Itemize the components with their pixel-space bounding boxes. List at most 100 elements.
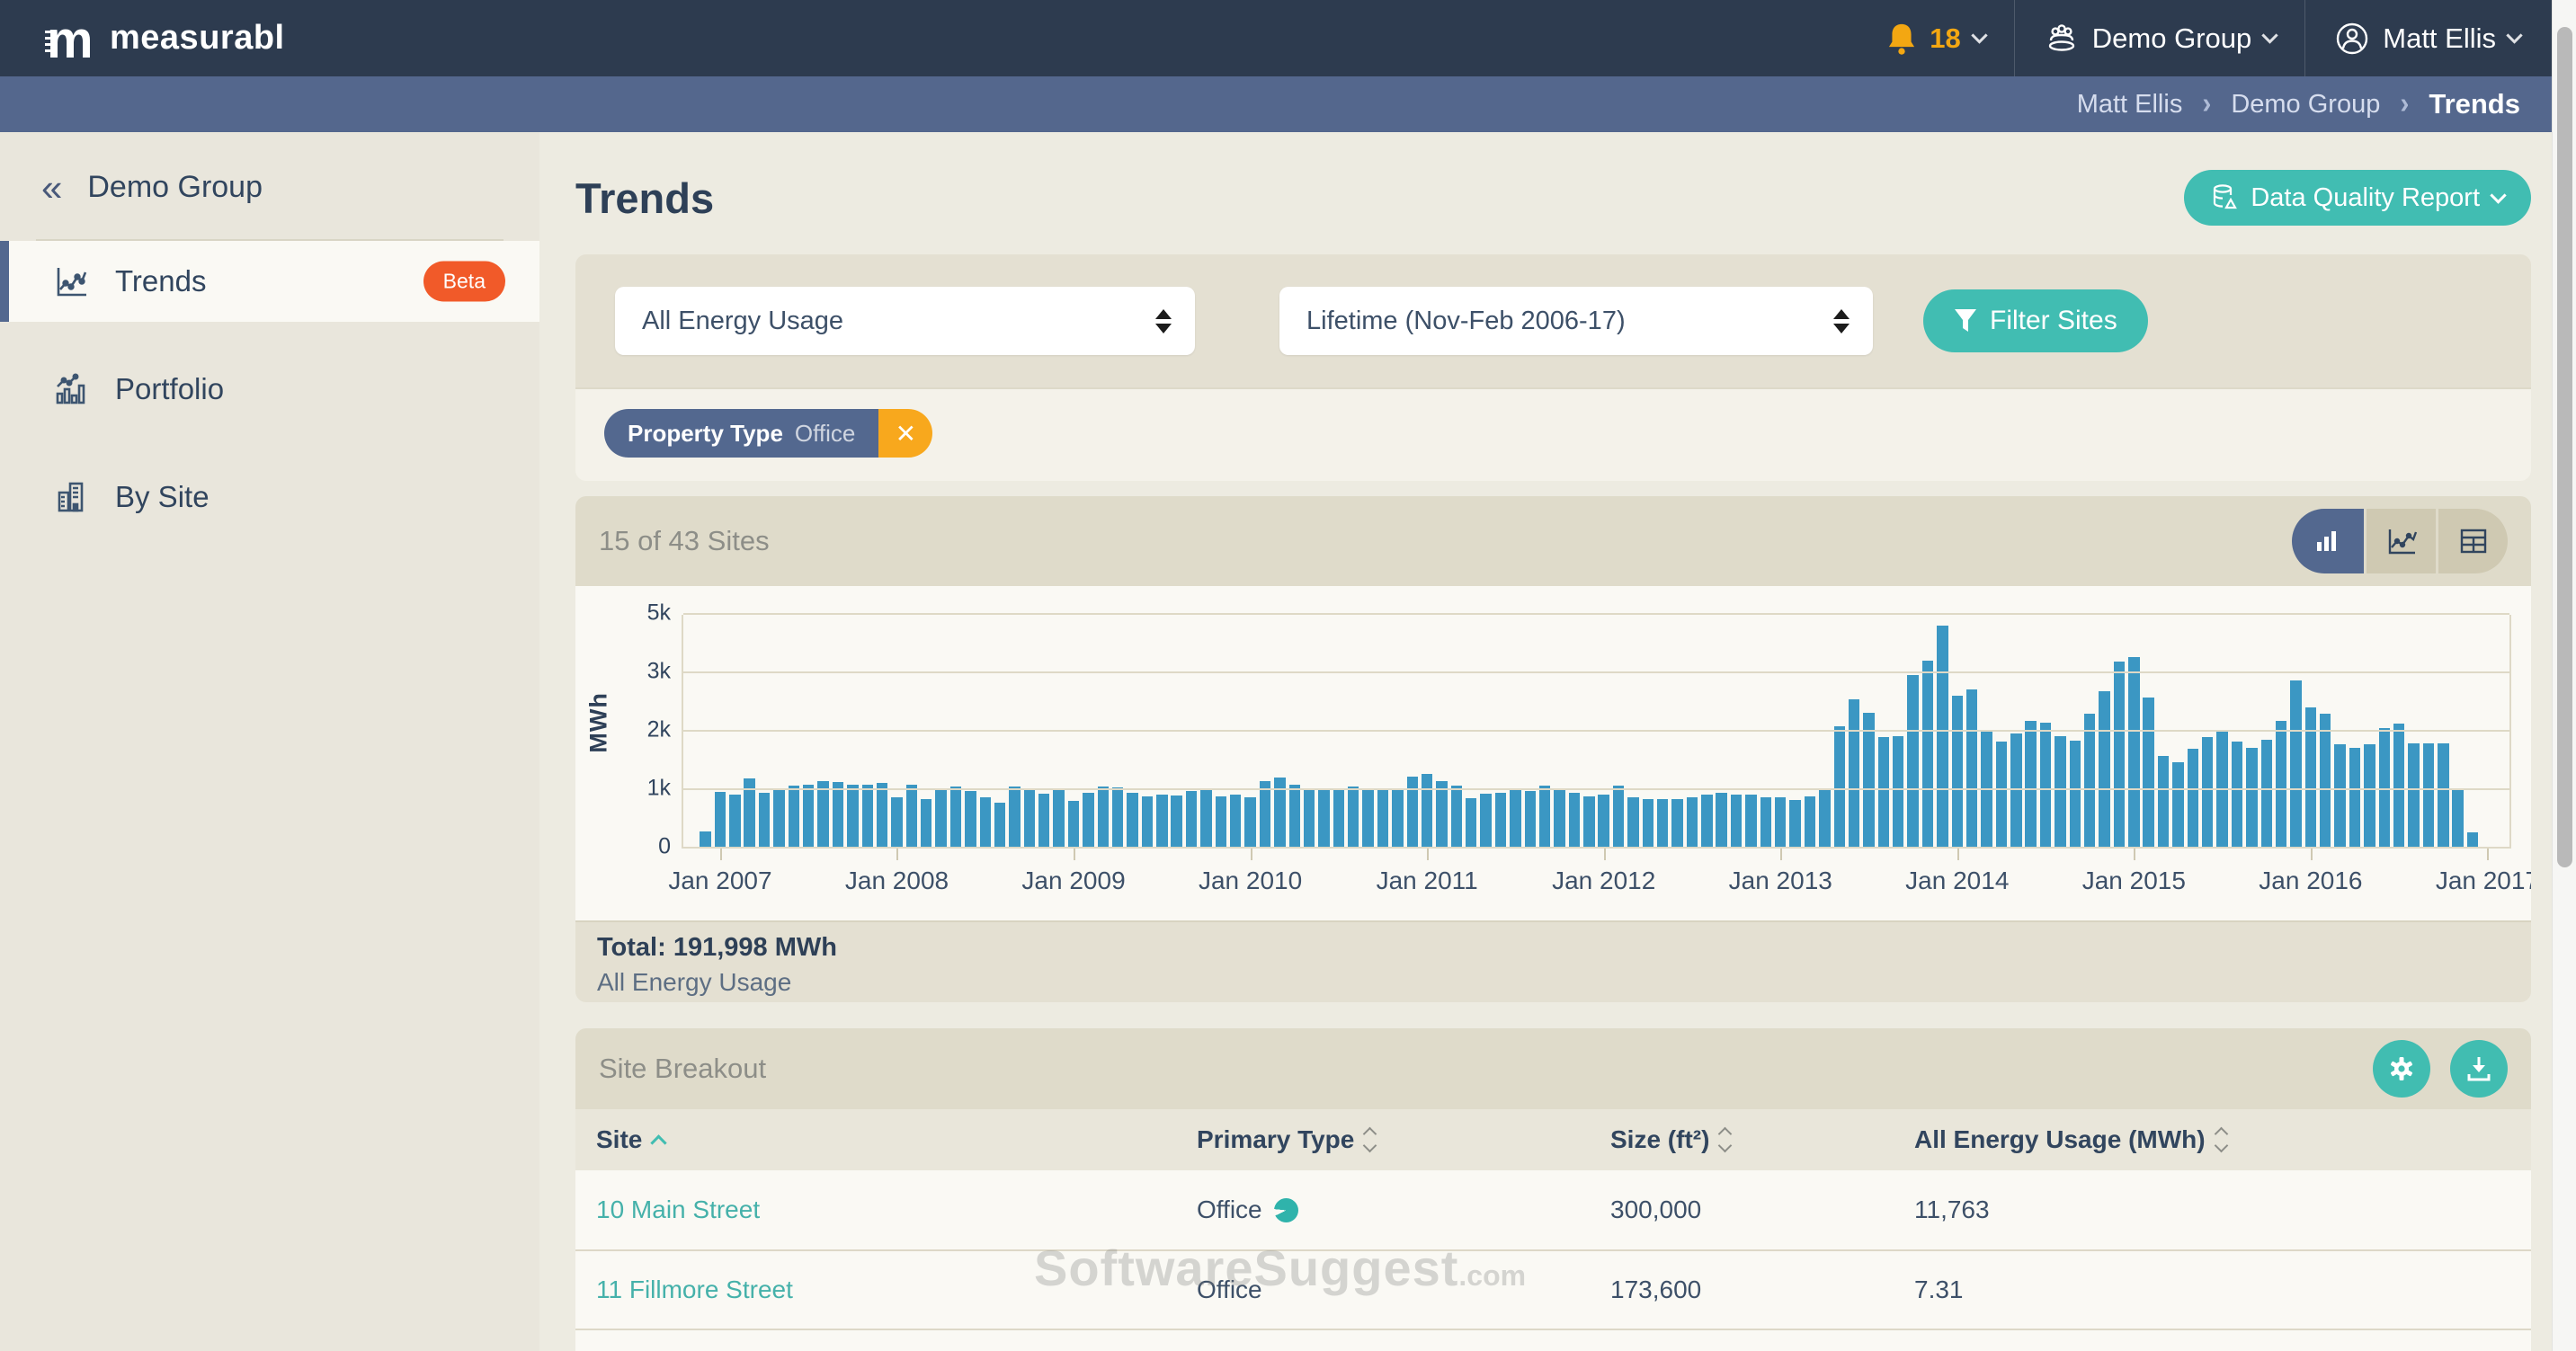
chart-bar[interactable] [1362, 790, 1373, 849]
chart-bar[interactable] [2055, 736, 2065, 849]
chart-bar[interactable] [1554, 789, 1564, 849]
chart-bar[interactable] [2010, 733, 2021, 849]
chart-bar[interactable] [1186, 791, 1197, 849]
chart-bar[interactable] [2290, 680, 2301, 849]
chart-bar[interactable] [1422, 774, 1432, 849]
chart-bar[interactable] [2128, 657, 2139, 849]
chart-bar[interactable] [1937, 626, 1948, 849]
chart-bar[interactable] [862, 785, 873, 849]
chart-bar[interactable] [1171, 795, 1181, 849]
chart-bar[interactable] [2188, 749, 2198, 849]
chart-bar[interactable] [1819, 790, 1830, 849]
chart-bar[interactable] [1849, 699, 1859, 849]
chart-bar[interactable] [789, 786, 799, 849]
chart-bar[interactable] [2305, 707, 2316, 849]
chart-bar[interactable] [1200, 788, 1211, 849]
chart-bar[interactable] [1834, 726, 1845, 849]
chart-bar[interactable] [1745, 795, 1756, 849]
chart-bar[interactable] [1260, 781, 1270, 849]
chart-bar[interactable] [2114, 662, 2125, 849]
chart-bar[interactable] [817, 781, 828, 849]
chart-bar[interactable] [803, 785, 814, 849]
chart-bar[interactable] [1671, 799, 1682, 849]
chart-bar[interactable] [2143, 698, 2153, 849]
chart-bar[interactable] [1024, 789, 1035, 849]
chart-bar[interactable] [980, 797, 991, 849]
column-header-size-ft-[interactable]: Size (ft²) [1610, 1125, 1914, 1154]
line-chart-view-button[interactable] [2364, 509, 2436, 573]
chart-bar[interactable] [715, 792, 726, 849]
chart-bar[interactable] [1525, 791, 1536, 849]
group-menu[interactable]: Demo Group [2014, 0, 2304, 76]
chart-bar[interactable] [1216, 796, 1226, 849]
chart-bar[interactable] [2025, 721, 2036, 849]
filter-sites-button[interactable]: Filter Sites [1923, 289, 2148, 352]
chart-bar[interactable] [1657, 799, 1668, 849]
chart-bar[interactable] [1952, 696, 1963, 849]
page-scrollbar[interactable] [2552, 0, 2576, 1351]
chart-bar[interactable] [2158, 756, 2169, 849]
chart-bar[interactable] [1348, 787, 1359, 849]
chart-bar[interactable] [1760, 797, 1771, 849]
chart-bar[interactable] [1701, 795, 1712, 849]
sidebar-item-portfolio[interactable]: Portfolio [0, 349, 539, 430]
chart-bar[interactable] [2261, 740, 2272, 849]
chart-bar[interactable] [2172, 762, 2183, 849]
chart-bar[interactable] [2393, 724, 2404, 849]
chart-bar[interactable] [1230, 795, 1241, 849]
chart-bar[interactable] [1863, 713, 1874, 849]
sidebar-item-by-site[interactable]: By Site [0, 457, 539, 538]
chart-bar[interactable] [1569, 793, 1580, 849]
chart-bar[interactable] [1996, 742, 2007, 849]
chart-bar[interactable] [729, 795, 740, 849]
breadcrumb-group[interactable]: Demo Group [2231, 90, 2380, 120]
chart-bar[interactable] [1627, 797, 1638, 849]
chart-bar[interactable] [1731, 795, 1742, 849]
chart-bar[interactable] [1687, 797, 1698, 849]
chart-bar[interactable] [906, 785, 917, 849]
chart-bar[interactable] [1112, 787, 1123, 849]
chart-bar[interactable] [1716, 793, 1726, 849]
chart-bar[interactable] [1878, 737, 1889, 849]
chart-bar[interactable] [2408, 743, 2419, 849]
notifications-menu[interactable]: 18 [1858, 0, 2013, 76]
chart-bar[interactable] [1922, 661, 1933, 849]
chart-bar[interactable] [2276, 721, 2286, 849]
data-quality-report-button[interactable]: Data Quality Report [2184, 170, 2531, 226]
chart-bar[interactable] [1436, 781, 1447, 849]
chart-bar[interactable] [773, 790, 784, 849]
chart-bar[interactable] [1098, 787, 1109, 849]
chart-bar[interactable] [2040, 723, 2051, 849]
chart-bar[interactable] [2364, 744, 2375, 849]
chart-bar[interactable] [1613, 786, 1624, 849]
chart-bar[interactable] [2438, 743, 2448, 849]
chart-bar[interactable] [935, 789, 946, 849]
chart-bar[interactable] [1068, 801, 1079, 849]
chart-bar[interactable] [1966, 689, 1977, 849]
chart-bar[interactable] [1333, 789, 1344, 849]
chart-bar[interactable] [1053, 790, 1064, 849]
chart-bar[interactable] [1893, 736, 1903, 849]
metric-select[interactable]: All Energy Usage [615, 287, 1195, 355]
chart-bar[interactable] [2452, 790, 2463, 849]
chart-bar[interactable] [1142, 796, 1153, 849]
chart-bar[interactable] [2334, 744, 2345, 849]
chart-bar[interactable] [1598, 795, 1609, 849]
chart-bar[interactable] [891, 797, 902, 849]
chart-bar[interactable] [1038, 794, 1049, 849]
column-header-all-energy-usage-mwh-[interactable]: All Energy Usage (MWh) [1914, 1125, 2510, 1154]
chart-bar[interactable] [1466, 798, 1476, 849]
column-header-primary-type[interactable]: Primary Type [1197, 1125, 1610, 1154]
user-menu[interactable]: Matt Ellis [2304, 0, 2549, 76]
chart-bar[interactable] [1907, 675, 1918, 849]
chart-bar[interactable] [2084, 714, 2095, 849]
date-range-select[interactable]: Lifetime (Nov-Feb 2006-17) [1279, 287, 1873, 355]
chart-bar[interactable] [759, 793, 770, 849]
chart-bar[interactable] [2232, 742, 2242, 849]
chart-bar[interactable] [1495, 793, 1506, 849]
site-link[interactable]: 10 Main Street [596, 1195, 1197, 1224]
chart-bar[interactable] [1304, 790, 1315, 849]
brand[interactable]: m measurabl [0, 11, 285, 67]
chart-bar[interactable] [1009, 787, 1020, 849]
pie-chart-icon[interactable] [1274, 1198, 1298, 1222]
